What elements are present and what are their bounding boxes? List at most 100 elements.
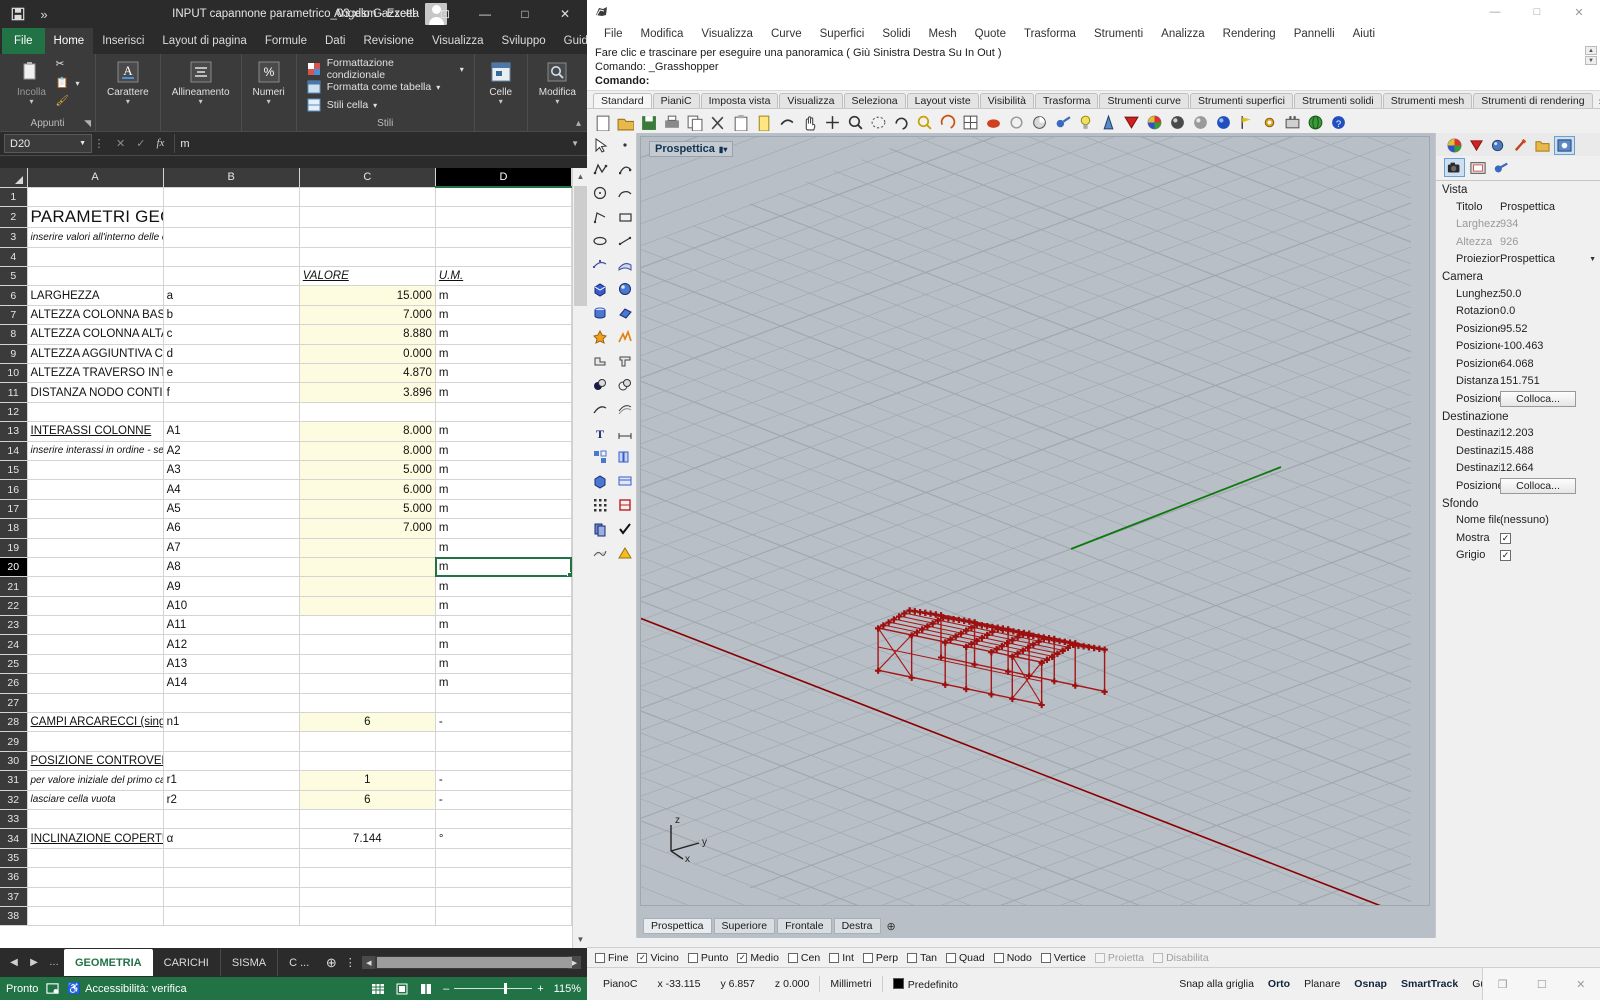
sphere-gray-icon[interactable]: [1189, 112, 1211, 134]
mesh-tools-icon[interactable]: [612, 469, 637, 493]
cell-D38[interactable]: [435, 906, 573, 927]
select-arrow-icon[interactable]: [587, 133, 612, 157]
cell-C19[interactable]: [299, 538, 436, 558]
cell-B3[interactable]: [163, 227, 300, 248]
expand-formula-bar-icon[interactable]: ▼: [567, 139, 583, 148]
cell-B29[interactable]: [163, 731, 300, 752]
arc-icon[interactable]: [612, 181, 637, 205]
cell-A20[interactable]: [27, 557, 164, 578]
row-header[interactable]: 5: [0, 266, 28, 287]
cell-C7[interactable]: 7.000: [299, 305, 436, 326]
toolbar-tab-visualizza[interactable]: Visualizza: [779, 93, 843, 108]
menu-quote[interactable]: Quote: [966, 28, 1015, 40]
menu-modifica[interactable]: Modifica: [632, 28, 693, 40]
paste-icon[interactable]: ☐: [1537, 978, 1547, 991]
scroll-up-arrow[interactable]: ▲: [573, 168, 587, 185]
menu-rendering[interactable]: Rendering: [1214, 28, 1285, 40]
row-header[interactable]: 3: [0, 227, 28, 248]
properties-icon[interactable]: [1554, 136, 1575, 155]
menu-file[interactable]: File: [595, 28, 632, 40]
minimize-button[interactable]: —: [465, 0, 505, 28]
table-row[interactable]: 4: [0, 247, 573, 268]
layer-color-swatch[interactable]: [892, 977, 904, 989]
row-header[interactable]: 26: [0, 673, 28, 694]
cell-A33[interactable]: [27, 809, 164, 830]
row-header[interactable]: 13: [0, 421, 28, 442]
table-row[interactable]: 7ALTEZZA COLONNA BASSAb7.000m: [0, 305, 573, 326]
fillet-icon[interactable]: [612, 325, 637, 349]
osnap-cen[interactable]: Cen: [787, 952, 820, 964]
toolbar-tab-visibilit-[interactable]: Visibilità: [979, 93, 1035, 108]
osnap-quad[interactable]: Quad: [946, 952, 985, 964]
table-row[interactable]: 34INCLINAZIONE COPERTURAα7.144°: [0, 828, 573, 849]
rectangle-icon[interactable]: [612, 205, 637, 229]
toolbar-tab-strumenti-superfici[interactable]: Strumenti superfici: [1190, 93, 1293, 108]
cell-C4[interactable]: [299, 247, 436, 268]
cell-C11[interactable]: 3.896: [299, 382, 436, 403]
cell-A22[interactable]: [27, 596, 164, 617]
cell-A27[interactable]: [27, 693, 164, 714]
table-row[interactable]: 26 A14 m: [0, 673, 573, 694]
zoom-thumb[interactable]: [504, 983, 508, 994]
sheet-tab-bar[interactable]: ◀ ▶ … GEOMETRIA CARICHI SISMA C ... ⊕ ⋮ …: [0, 948, 587, 977]
section-icon[interactable]: [1028, 112, 1050, 134]
checkbox[interactable]: [862, 952, 873, 963]
chevron-down-icon[interactable]: ▾: [267, 98, 271, 106]
cell-A8[interactable]: ALTEZZA COLONNA ALTA: [27, 324, 164, 345]
viewport-menu-icon[interactable]: ▮▾: [719, 145, 727, 154]
viewport-tab-frontale[interactable]: Frontale: [777, 918, 832, 934]
cell-A26[interactable]: [27, 673, 164, 694]
units-label[interactable]: Millimetri: [820, 978, 881, 990]
flag-icon[interactable]: [1235, 112, 1257, 134]
current-layer[interactable]: Predefinito: [883, 977, 968, 991]
cell-A2[interactable]: PARAMETRI GEOMETRICI: [27, 206, 164, 229]
number-format-button[interactable]: % Numeri ▾: [248, 57, 290, 108]
alignment-button[interactable]: Allineamento ▾: [167, 57, 235, 108]
table-row[interactable]: 30POSIZIONE CONTROVENTI: [0, 751, 573, 772]
cell-C13[interactable]: 8.000: [299, 421, 436, 442]
layers-color-icon[interactable]: [1444, 136, 1465, 155]
checkbox[interactable]: ✓: [1500, 532, 1511, 544]
cell-C28[interactable]: 6: [299, 712, 436, 733]
cell-D28[interactable]: -: [435, 712, 573, 733]
tab-formule[interactable]: Formule: [256, 28, 316, 54]
menu-analizza[interactable]: Analizza: [1152, 28, 1213, 40]
cell-B6[interactable]: a: [163, 285, 300, 306]
row-header[interactable]: 23: [0, 615, 28, 636]
cell-B20[interactable]: A8: [163, 557, 300, 578]
command-history-area[interactable]: Fare clic e trascinare per eseguire una …: [587, 44, 1600, 91]
zoom-window-icon[interactable]: [867, 112, 889, 134]
viewport-tabs[interactable]: Prospettica Superiore Frontale Destra ⊕: [643, 918, 900, 934]
cell-D32[interactable]: -: [435, 790, 573, 811]
material-icon[interactable]: [1120, 112, 1142, 134]
cell-C2[interactable]: [299, 206, 436, 229]
maximize-button[interactable]: □: [1516, 0, 1558, 24]
checkbox[interactable]: [993, 952, 1004, 963]
sphere-icon[interactable]: [612, 277, 637, 301]
help-icon[interactable]: ?: [1327, 112, 1349, 134]
row-header[interactable]: 18: [0, 518, 28, 539]
row-header[interactable]: 35: [0, 848, 28, 869]
cylinder-icon[interactable]: [587, 301, 612, 325]
record-macro-icon[interactable]: [46, 982, 60, 995]
cell-A11[interactable]: DISTANZA NODO CONTINUITA TRAVE PRINCIPAL…: [27, 382, 164, 403]
quick-access-toolbar[interactable]: »: [4, 6, 52, 22]
scroll-down-arrow[interactable]: ▼: [573, 931, 587, 948]
confirm-icon[interactable]: ✓: [136, 137, 145, 150]
close-icon[interactable]: ✕: [1576, 978, 1585, 991]
vertical-scrollbar[interactable]: ▲ ▼: [572, 168, 587, 948]
chevron-down-icon[interactable]: ▾: [199, 98, 203, 106]
editing-button[interactable]: Modifica ▾: [534, 57, 581, 108]
menu-mesh[interactable]: Mesh: [920, 28, 966, 40]
osnap-vertice[interactable]: Vertice: [1040, 952, 1086, 964]
accessibility-status[interactable]: ♿ Accessibilità: verifica: [67, 982, 186, 996]
osnap-int[interactable]: Int: [829, 952, 854, 964]
tab-revisione[interactable]: Revisione: [354, 28, 423, 54]
cell-A6[interactable]: LARGHEZZA: [27, 285, 164, 306]
cell-A29[interactable]: [27, 731, 164, 752]
text-icon[interactable]: T: [587, 421, 612, 445]
close-button[interactable]: ✕: [545, 0, 585, 28]
cell-D33[interactable]: [435, 809, 573, 830]
status-toggle-osnap[interactable]: Osnap: [1347, 978, 1394, 990]
cell-C37[interactable]: [299, 887, 436, 907]
